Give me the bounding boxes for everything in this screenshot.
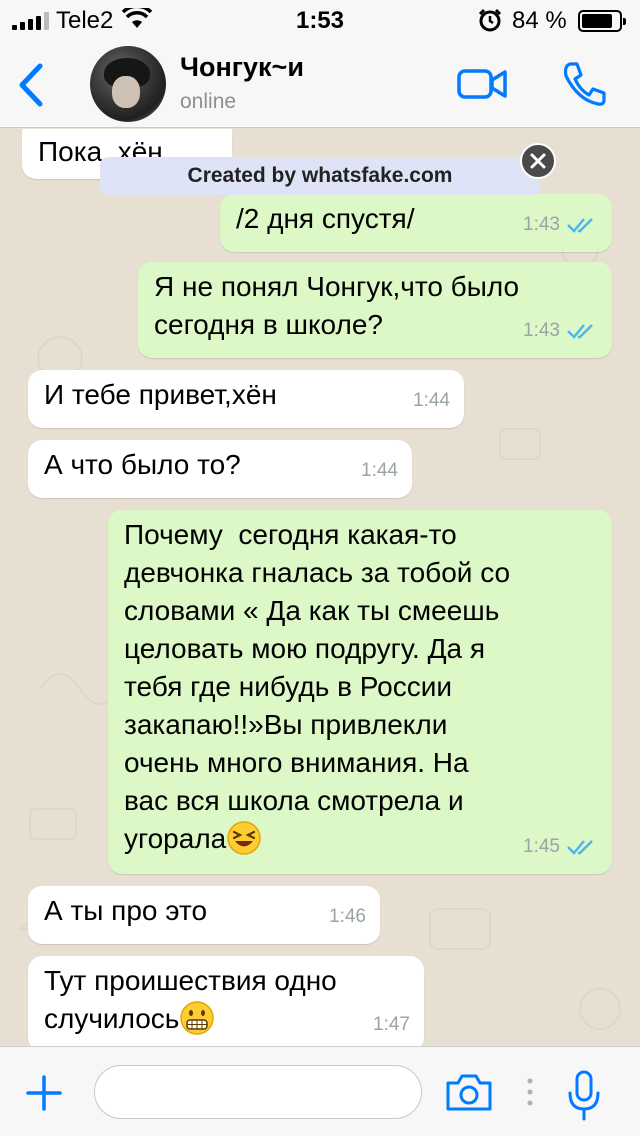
more-dots-icon [527,1078,533,1106]
back-arrow-icon[interactable] [14,62,48,108]
laughing-emoji-icon [227,821,261,855]
contact-name[interactable]: Чонгук~и [180,52,304,83]
message-incoming[interactable]: А ты про это 1:46 [28,886,380,944]
read-ticks-icon [567,218,593,233]
message-input[interactable] [94,1065,422,1119]
plus-icon[interactable] [24,1073,64,1113]
message-outgoing[interactable]: Я не понял Чонгук,что было сегодня в шко… [138,262,612,358]
message-time: 1:43 [523,320,560,341]
camera-icon[interactable] [444,1071,494,1113]
message-text: И тебе привет,хён [44,379,277,410]
contact-status: online [180,90,237,113]
grimacing-emoji-icon [180,1001,215,1035]
message-incoming[interactable]: И тебе привет,хён 1:44 [28,370,464,428]
message-time: 1:45 [523,836,560,857]
battery-icon [578,10,626,32]
close-icon[interactable] [520,143,556,179]
composer-bar [0,1046,640,1136]
message-time: 1:43 [523,214,560,235]
message-time: 1:44 [361,460,398,481]
message-time: 1:46 [329,906,366,927]
read-ticks-icon [567,324,593,339]
message-time: 1:47 [373,1014,410,1035]
watermark-banner: Created by whatsfake.com [100,157,540,195]
message-outgoing[interactable]: Почему сегодня какая-то девчонка гналась… [108,510,612,874]
avatar[interactable] [90,46,166,122]
message-text: А что было то? [44,449,241,480]
message-text: А ты про это [44,895,208,926]
message-time: 1:44 [413,390,450,411]
battery-percentage: 84 % [512,7,567,34]
microphone-icon[interactable] [566,1069,602,1121]
message-text: Почему сегодня какая-то девчонка гналась… [124,519,511,854]
phone-icon[interactable] [560,60,608,108]
alarm-icon [478,8,502,32]
chat-area[interactable]: Пока, хён /2 дня спустя/ 1:43 Я не понял… [0,129,640,1046]
chat-header: Чонгук~и online [0,40,640,128]
read-ticks-icon [567,840,593,855]
message-incoming[interactable]: Тут проишествия одно случилось 1:47 [28,956,424,1046]
message-incoming[interactable]: А что было то? 1:44 [28,440,412,498]
video-call-icon[interactable] [456,66,508,102]
status-bar: Tele2 1:53 84 % [0,0,640,40]
message-outgoing[interactable]: /2 дня спустя/ 1:43 [220,194,612,252]
